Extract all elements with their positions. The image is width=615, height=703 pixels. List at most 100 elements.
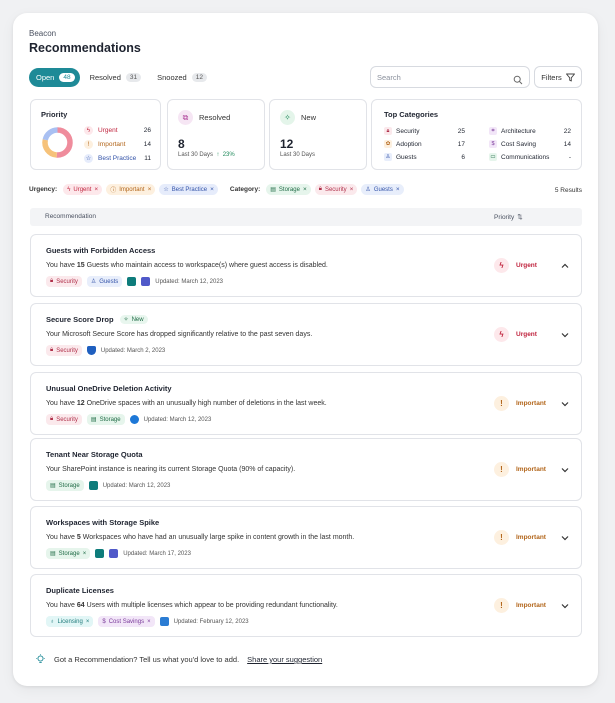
- chat-icon: ▭: [489, 153, 497, 161]
- column-priority[interactable]: Priority ⇅: [494, 213, 523, 222]
- tag-security[interactable]: 🔒︎ Security: [46, 414, 82, 425]
- suggestion-footer: Got a Recommendation? Tell us what you'd…: [35, 654, 322, 665]
- desc-text: You have: [46, 534, 77, 541]
- tag-storage[interactable]: ▤ Storage ×: [46, 548, 91, 559]
- chip-label: Storage: [278, 186, 300, 193]
- filter-chip-important[interactable]: ⓘ Important ×: [106, 184, 156, 195]
- tag-label: Security: [56, 278, 78, 285]
- desc-text: You have: [46, 400, 77, 407]
- resolved-delta: 23%: [222, 152, 235, 158]
- important-icon: !: [494, 462, 509, 477]
- status-tabs: Open 48 Resolved 31 Snoozed 12: [29, 68, 213, 88]
- priority-title: Priority: [41, 110, 68, 119]
- category-communications[interactable]: ▭ Communications -: [489, 153, 571, 161]
- tab-open[interactable]: Open 48: [29, 68, 80, 87]
- remove-filter-icon[interactable]: ×: [303, 186, 307, 193]
- category-architecture[interactable]: ⌗ Architecture 22: [489, 127, 571, 135]
- tag-guests[interactable]: ♙ Guests: [86, 276, 123, 287]
- remove-filter-icon[interactable]: ×: [350, 186, 354, 193]
- chevron-down-icon[interactable]: [560, 601, 570, 611]
- priority-count: 14: [143, 141, 151, 148]
- category-count: 17: [457, 140, 465, 148]
- chip-label: Guests: [373, 186, 393, 193]
- filters-button[interactable]: Filters: [534, 66, 582, 88]
- filter-chip-best-practice[interactable]: ☆ Best Practice ×: [159, 184, 218, 195]
- chip-label: Best Practice: [171, 186, 208, 193]
- search-icon[interactable]: [513, 72, 523, 90]
- recommendation-card[interactable]: Workspaces with Storage Spike You have 5…: [30, 506, 582, 569]
- filter-chip-urgent[interactable]: ϟ Urgent ×: [63, 184, 103, 195]
- tag-security[interactable]: 🔒︎ Security: [46, 345, 82, 356]
- category-label: Architecture: [501, 127, 536, 135]
- sort-icon[interactable]: ⇅: [517, 213, 522, 221]
- donut-slice-important: [42, 139, 58, 158]
- rec-title: Tenant Near Storage Quota: [46, 450, 143, 459]
- priority-summary: Priority ϟ Urgent 26 ! Important 14 ☆ Be…: [30, 99, 161, 170]
- remove-filter-icon[interactable]: ×: [210, 186, 214, 193]
- category-guests[interactable]: ♙ Guests 6: [384, 153, 465, 161]
- priority-urgent[interactable]: ϟ Urgent 26: [84, 126, 151, 135]
- tab-resolved[interactable]: Resolved 31: [84, 68, 148, 87]
- star-icon: ☆: [84, 154, 93, 163]
- period-label: Last 30 Days: [178, 152, 214, 158]
- tag-label: Storage: [58, 550, 80, 557]
- desc-number: 64: [76, 602, 85, 609]
- search-input[interactable]: [371, 67, 501, 88]
- tag-label: Storage: [99, 416, 121, 423]
- category-cost-saving[interactable]: $ Cost Saving 14: [489, 140, 571, 148]
- tag-licensing[interactable]: ♁ Licensing ×: [46, 616, 94, 627]
- urgency-filter-label: Urgency:: [29, 186, 58, 193]
- remove-filter-icon[interactable]: ×: [148, 186, 152, 193]
- desc-text: You have: [46, 262, 77, 269]
- chevron-down-icon[interactable]: [560, 399, 570, 409]
- storage-icon: ▤: [50, 483, 56, 489]
- tab-count: 31: [125, 73, 142, 82]
- priority-count: 11: [144, 155, 151, 162]
- chevron-down-icon[interactable]: [560, 465, 570, 475]
- recommendation-card[interactable]: Tenant Near Storage Quota Your SharePoin…: [30, 438, 582, 501]
- desc-text: You have: [46, 602, 77, 609]
- recommendation-card[interactable]: Guests with Forbidden Access You have 15…: [30, 234, 582, 297]
- rec-tags: 🔒︎ Security Updated: March 2, 2023: [46, 345, 165, 356]
- tag-storage[interactable]: ▤ Storage: [86, 414, 125, 425]
- filter-chip-storage[interactable]: ▤ Storage ×: [266, 184, 311, 195]
- tab-snoozed[interactable]: Snoozed 12: [151, 68, 213, 87]
- category-label: Security: [396, 127, 420, 135]
- chevron-down-icon[interactable]: [560, 330, 570, 340]
- rec-title-text: Unusual OneDrive Deletion Activity: [46, 384, 172, 393]
- tag-label: Cost Savings: [108, 618, 145, 625]
- remove-tag-icon[interactable]: ×: [83, 551, 87, 557]
- tag-storage[interactable]: ▤ Storage: [46, 480, 84, 491]
- filter-chip-security[interactable]: 🔒︎ Security ×: [314, 184, 358, 195]
- chevron-up-icon[interactable]: [560, 261, 570, 271]
- important-icon: !: [494, 530, 509, 545]
- priority-best-practice[interactable]: ☆ Best Practice 11: [84, 154, 151, 163]
- remove-filter-icon[interactable]: ×: [396, 186, 400, 193]
- tag-security[interactable]: 🔒︎ Security: [46, 276, 82, 287]
- remove-tag-icon[interactable]: ×: [147, 619, 151, 625]
- category-adoption[interactable]: ✿ Adoption 17: [384, 140, 465, 148]
- important-icon: ⓘ: [110, 188, 117, 194]
- desc-text: Workspaces who have had an unusually lar…: [80, 534, 355, 541]
- recommendation-card[interactable]: Duplicate Licenses You have 64 Users wit…: [30, 574, 582, 637]
- remove-tag-icon[interactable]: ×: [86, 619, 90, 625]
- rec-title-text: Workspaces with Storage Spike: [46, 518, 160, 527]
- resolved-icon: ⧉: [178, 110, 193, 125]
- dollar-icon: $: [102, 618, 106, 625]
- recommendation-card[interactable]: Secure Score Drop ✧ New Your Microsoft Sec…: [30, 303, 582, 366]
- remove-filter-icon[interactable]: ×: [94, 186, 98, 193]
- tab-label: Snoozed: [157, 73, 187, 82]
- important-icon: !: [84, 140, 93, 149]
- chevron-down-icon[interactable]: [560, 533, 570, 543]
- recommendation-card[interactable]: Unusual OneDrive Deletion Activity You h…: [30, 372, 582, 435]
- priority-label: Best Practice: [98, 155, 137, 162]
- priority-important[interactable]: ! Important 14: [84, 140, 151, 149]
- footer-text: Got a Recommendation? Tell us what you'd…: [54, 655, 240, 664]
- tag-cost-savings[interactable]: $ Cost Savings ×: [98, 616, 155, 627]
- rec-title: Unusual OneDrive Deletion Activity: [46, 384, 172, 393]
- filter-chip-guests[interactable]: ♙ Guests ×: [361, 184, 404, 195]
- rec-updated: Updated: March 12, 2023: [102, 482, 171, 489]
- categories-title: Top Categories: [384, 110, 439, 119]
- category-security[interactable]: 🔒︎ Security 25: [384, 127, 465, 135]
- share-suggestion-link[interactable]: Share your suggestion: [247, 655, 322, 664]
